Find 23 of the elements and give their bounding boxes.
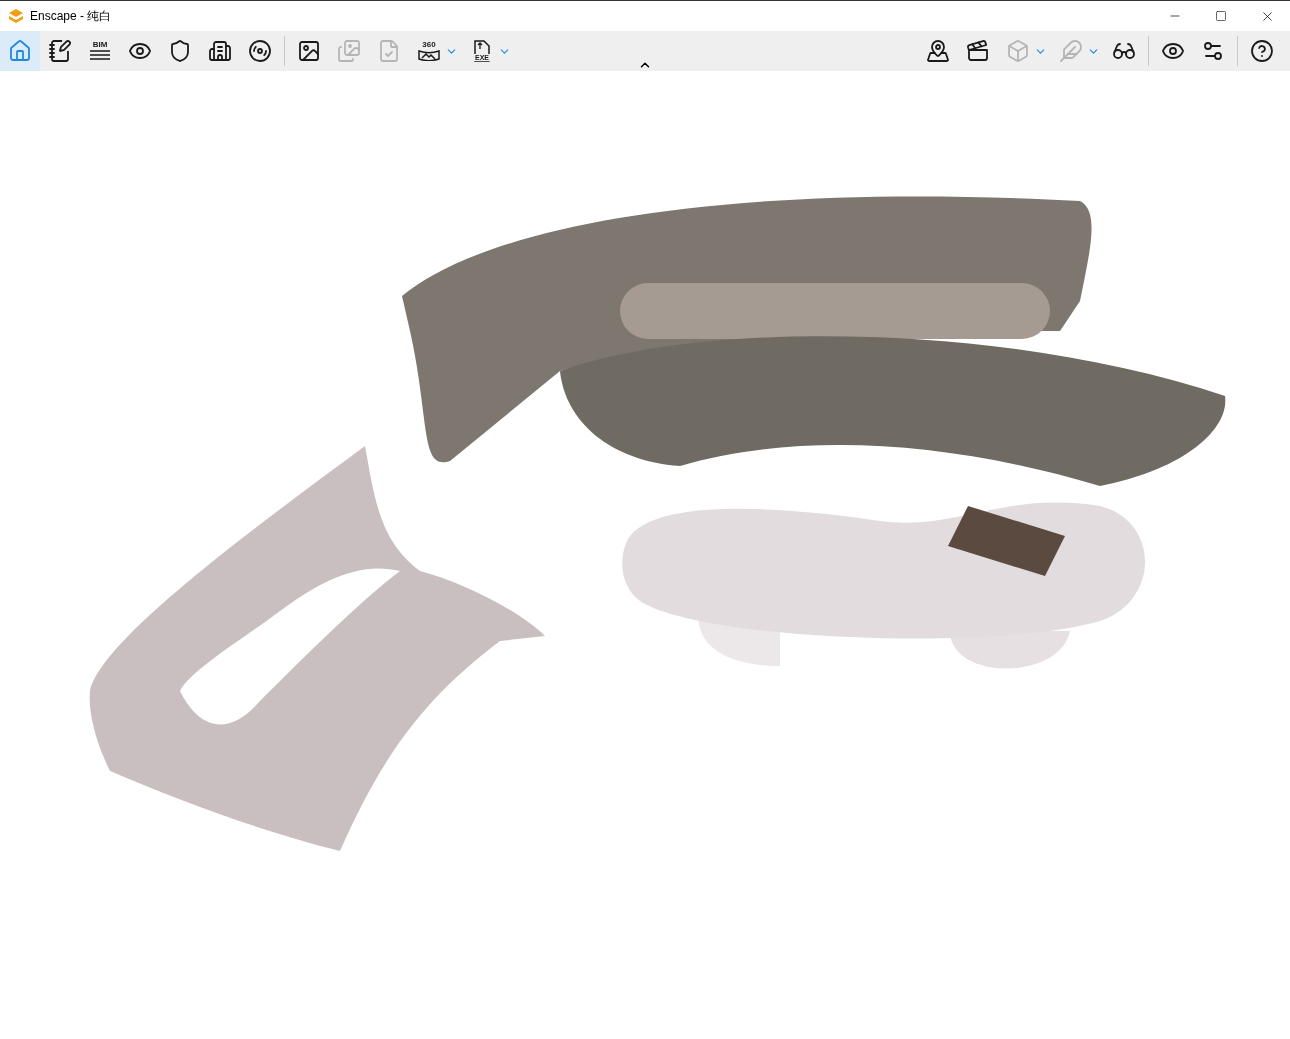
maximize-icon [1215,10,1227,22]
panorama-label: 360 [422,41,436,49]
gallery-icon [337,39,361,63]
film-icon [966,39,990,63]
window-title: Enscape - 纯白 [30,8,112,25]
toolbar-button[interactable]: 360 [409,31,449,71]
bim-label: BIM [92,41,108,49]
picture-icon [297,39,321,63]
app-logo-icon [8,8,24,24]
building-icon [208,39,232,63]
file-icon [472,40,492,62]
home-icon [8,39,32,63]
cube-icon [1006,39,1030,63]
notebook-icon [48,39,72,63]
panorama-icon [417,49,441,61]
map-pin-icon [926,39,950,63]
wing-icon [1059,39,1083,63]
file-check-icon [377,39,401,63]
help-icon [1250,39,1274,63]
lines-icon [89,49,111,61]
settings-icon [1201,39,1225,63]
shield-icon [168,39,192,63]
toolbar-button[interactable]: BIM [80,31,120,71]
